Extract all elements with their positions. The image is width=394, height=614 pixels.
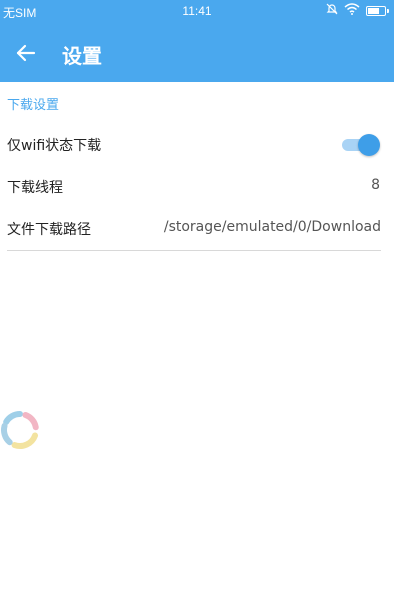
status-icons [326, 3, 389, 18]
loading-spinner [0, 406, 44, 454]
divider [7, 250, 381, 251]
toggle-thumb [358, 134, 380, 156]
status-bar: 无SIM 11:41 [0, 0, 394, 24]
wifi-icon [344, 3, 360, 18]
page-title: 设置 [62, 44, 102, 68]
setting-row-download-path[interactable]: 文件下载路径 /storage/emulated/0/Download [0, 210, 394, 246]
wifi-only-label: 仅wifi状态下载 [7, 138, 102, 154]
loading-spinner-icon [1, 411, 39, 449]
app-bar: 设置 [0, 24, 394, 82]
download-path-label: 文件下载路径 [7, 222, 91, 238]
back-button[interactable] [12, 39, 40, 67]
arrow-left-icon [16, 44, 36, 62]
battery-charging-icon [366, 5, 389, 16]
alarm-off-icon [326, 3, 338, 18]
spinner-arc [22, 411, 39, 431]
download-path-value: /storage/emulated/0/Download [163, 219, 381, 235]
threads-value: 8 [371, 177, 380, 193]
wifi-only-toggle[interactable] [342, 133, 380, 156]
spinner-arc [3, 411, 23, 425]
threads-label: 下载线程 [7, 180, 63, 196]
spinner-arc [1, 422, 13, 446]
section-header-download: 下载设置 [7, 98, 60, 113]
battery-level [368, 7, 380, 14]
setting-row-wifi-only[interactable]: 仅wifi状态下载 [0, 126, 394, 162]
setting-row-threads[interactable]: 下载线程 8 [0, 168, 394, 204]
spinner-arc [11, 432, 39, 449]
